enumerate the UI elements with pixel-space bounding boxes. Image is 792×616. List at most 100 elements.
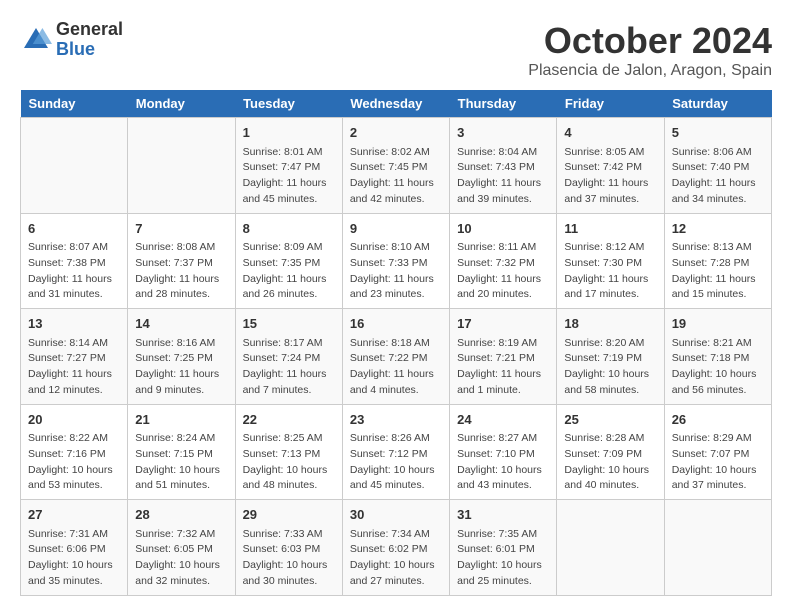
header-wednesday: Wednesday: [342, 90, 449, 118]
calendar-cell: 22Sunrise: 8:25 AMSunset: 7:13 PMDayligh…: [235, 404, 342, 500]
calendar-cell: 2Sunrise: 8:02 AMSunset: 7:45 PMDaylight…: [342, 118, 449, 214]
day-number: 21: [135, 410, 227, 430]
cell-content: Sunrise: 7:35 AMSunset: 6:01 PMDaylight:…: [457, 527, 549, 590]
day-number: 25: [564, 410, 656, 430]
day-number: 17: [457, 314, 549, 334]
header-sunday: Sunday: [21, 90, 128, 118]
cell-content: Sunrise: 8:17 AMSunset: 7:24 PMDaylight:…: [243, 336, 335, 399]
day-number: 28: [135, 505, 227, 525]
calendar-cell: 15Sunrise: 8:17 AMSunset: 7:24 PMDayligh…: [235, 309, 342, 405]
day-number: 5: [672, 123, 764, 143]
logo: General Blue: [20, 20, 123, 60]
calendar-cell: 17Sunrise: 8:19 AMSunset: 7:21 PMDayligh…: [450, 309, 557, 405]
day-number: 15: [243, 314, 335, 334]
day-number: 23: [350, 410, 442, 430]
calendar-cell: 16Sunrise: 8:18 AMSunset: 7:22 PMDayligh…: [342, 309, 449, 405]
day-number: 10: [457, 219, 549, 239]
calendar-cell: 28Sunrise: 7:32 AMSunset: 6:05 PMDayligh…: [128, 500, 235, 596]
day-number: 6: [28, 219, 120, 239]
day-number: 12: [672, 219, 764, 239]
cell-content: Sunrise: 8:18 AMSunset: 7:22 PMDaylight:…: [350, 336, 442, 399]
cell-content: Sunrise: 8:12 AMSunset: 7:30 PMDaylight:…: [564, 240, 656, 303]
cell-content: Sunrise: 8:02 AMSunset: 7:45 PMDaylight:…: [350, 145, 442, 208]
cell-content: Sunrise: 8:25 AMSunset: 7:13 PMDaylight:…: [243, 431, 335, 494]
day-number: 31: [457, 505, 549, 525]
calendar-cell: [128, 118, 235, 214]
title-block: October 2024 Plasencia de Jalon, Aragon,…: [528, 20, 772, 80]
calendar-table: SundayMondayTuesdayWednesdayThursdayFrid…: [20, 90, 772, 596]
calendar-cell: 1Sunrise: 8:01 AMSunset: 7:47 PMDaylight…: [235, 118, 342, 214]
calendar-cell: 11Sunrise: 8:12 AMSunset: 7:30 PMDayligh…: [557, 213, 664, 309]
calendar-cell: 9Sunrise: 8:10 AMSunset: 7:33 PMDaylight…: [342, 213, 449, 309]
day-number: 4: [564, 123, 656, 143]
calendar-cell: 20Sunrise: 8:22 AMSunset: 7:16 PMDayligh…: [21, 404, 128, 500]
header-thursday: Thursday: [450, 90, 557, 118]
calendar-header: SundayMondayTuesdayWednesdayThursdayFrid…: [21, 90, 772, 118]
logo-general-text: General: [56, 20, 123, 40]
calendar-week-row: 6Sunrise: 8:07 AMSunset: 7:38 PMDaylight…: [21, 213, 772, 309]
day-number: 19: [672, 314, 764, 334]
calendar-cell: 7Sunrise: 8:08 AMSunset: 7:37 PMDaylight…: [128, 213, 235, 309]
calendar-cell: [557, 500, 664, 596]
cell-content: Sunrise: 8:28 AMSunset: 7:09 PMDaylight:…: [564, 431, 656, 494]
day-number: 8: [243, 219, 335, 239]
cell-content: Sunrise: 8:06 AMSunset: 7:40 PMDaylight:…: [672, 145, 764, 208]
cell-content: Sunrise: 8:27 AMSunset: 7:10 PMDaylight:…: [457, 431, 549, 494]
cell-content: Sunrise: 8:24 AMSunset: 7:15 PMDaylight:…: [135, 431, 227, 494]
day-number: 2: [350, 123, 442, 143]
day-number: 1: [243, 123, 335, 143]
day-number: 26: [672, 410, 764, 430]
calendar-cell: 27Sunrise: 7:31 AMSunset: 6:06 PMDayligh…: [21, 500, 128, 596]
calendar-cell: 14Sunrise: 8:16 AMSunset: 7:25 PMDayligh…: [128, 309, 235, 405]
day-number: 29: [243, 505, 335, 525]
cell-content: Sunrise: 8:26 AMSunset: 7:12 PMDaylight:…: [350, 431, 442, 494]
cell-content: Sunrise: 8:20 AMSunset: 7:19 PMDaylight:…: [564, 336, 656, 399]
cell-content: Sunrise: 7:32 AMSunset: 6:05 PMDaylight:…: [135, 527, 227, 590]
calendar-cell: 29Sunrise: 7:33 AMSunset: 6:03 PMDayligh…: [235, 500, 342, 596]
day-number: 30: [350, 505, 442, 525]
cell-content: Sunrise: 8:29 AMSunset: 7:07 PMDaylight:…: [672, 431, 764, 494]
calendar-cell: 21Sunrise: 8:24 AMSunset: 7:15 PMDayligh…: [128, 404, 235, 500]
cell-content: Sunrise: 8:04 AMSunset: 7:43 PMDaylight:…: [457, 145, 549, 208]
logo-text: General Blue: [56, 20, 123, 60]
calendar-week-row: 20Sunrise: 8:22 AMSunset: 7:16 PMDayligh…: [21, 404, 772, 500]
calendar-cell: 19Sunrise: 8:21 AMSunset: 7:18 PMDayligh…: [664, 309, 771, 405]
header-friday: Friday: [557, 90, 664, 118]
cell-content: Sunrise: 8:10 AMSunset: 7:33 PMDaylight:…: [350, 240, 442, 303]
calendar-cell: 26Sunrise: 8:29 AMSunset: 7:07 PMDayligh…: [664, 404, 771, 500]
cell-content: Sunrise: 8:19 AMSunset: 7:21 PMDaylight:…: [457, 336, 549, 399]
calendar-cell: 23Sunrise: 8:26 AMSunset: 7:12 PMDayligh…: [342, 404, 449, 500]
header-tuesday: Tuesday: [235, 90, 342, 118]
calendar-cell: 12Sunrise: 8:13 AMSunset: 7:28 PMDayligh…: [664, 213, 771, 309]
location-text: Plasencia de Jalon, Aragon, Spain: [528, 62, 772, 80]
calendar-cell: 8Sunrise: 8:09 AMSunset: 7:35 PMDaylight…: [235, 213, 342, 309]
page-header: General Blue October 2024 Plasencia de J…: [20, 20, 772, 80]
header-saturday: Saturday: [664, 90, 771, 118]
calendar-body: 1Sunrise: 8:01 AMSunset: 7:47 PMDaylight…: [21, 118, 772, 596]
calendar-cell: 6Sunrise: 8:07 AMSunset: 7:38 PMDaylight…: [21, 213, 128, 309]
logo-blue-text: Blue: [56, 40, 123, 60]
calendar-week-row: 13Sunrise: 8:14 AMSunset: 7:27 PMDayligh…: [21, 309, 772, 405]
calendar-cell: 13Sunrise: 8:14 AMSunset: 7:27 PMDayligh…: [21, 309, 128, 405]
calendar-cell: 5Sunrise: 8:06 AMSunset: 7:40 PMDaylight…: [664, 118, 771, 214]
month-title: October 2024: [528, 20, 772, 62]
cell-content: Sunrise: 7:31 AMSunset: 6:06 PMDaylight:…: [28, 527, 120, 590]
day-number: 3: [457, 123, 549, 143]
calendar-cell: [21, 118, 128, 214]
calendar-cell: 18Sunrise: 8:20 AMSunset: 7:19 PMDayligh…: [557, 309, 664, 405]
calendar-cell: 30Sunrise: 7:34 AMSunset: 6:02 PMDayligh…: [342, 500, 449, 596]
cell-content: Sunrise: 7:34 AMSunset: 6:02 PMDaylight:…: [350, 527, 442, 590]
calendar-cell: 31Sunrise: 7:35 AMSunset: 6:01 PMDayligh…: [450, 500, 557, 596]
header-row: SundayMondayTuesdayWednesdayThursdayFrid…: [21, 90, 772, 118]
cell-content: Sunrise: 8:22 AMSunset: 7:16 PMDaylight:…: [28, 431, 120, 494]
logo-icon: [20, 24, 52, 56]
cell-content: Sunrise: 8:07 AMSunset: 7:38 PMDaylight:…: [28, 240, 120, 303]
cell-content: Sunrise: 8:14 AMSunset: 7:27 PMDaylight:…: [28, 336, 120, 399]
day-number: 7: [135, 219, 227, 239]
day-number: 18: [564, 314, 656, 334]
cell-content: Sunrise: 7:33 AMSunset: 6:03 PMDaylight:…: [243, 527, 335, 590]
day-number: 24: [457, 410, 549, 430]
day-number: 22: [243, 410, 335, 430]
day-number: 16: [350, 314, 442, 334]
day-number: 27: [28, 505, 120, 525]
